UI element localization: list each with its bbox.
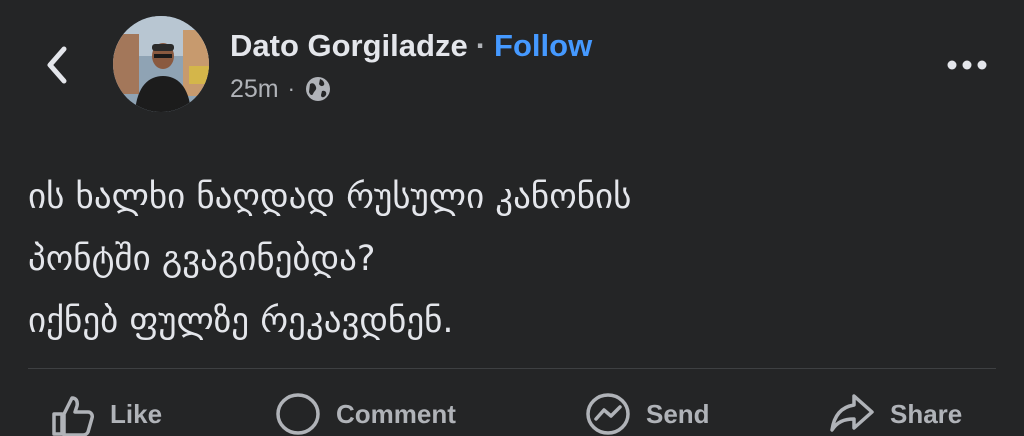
share-button[interactable]: Share (828, 392, 962, 436)
comment-button[interactable]: Comment (274, 392, 456, 436)
post-text-line: იქნებ ფულზე რეკავდნენ. (28, 301, 454, 341)
comment-label: Comment (336, 398, 456, 429)
like-label: Like (110, 398, 163, 429)
separator-dot: · (475, 28, 487, 63)
chevron-left-icon (47, 46, 67, 84)
avatar[interactable] (113, 16, 209, 112)
like-button[interactable]: Like (50, 392, 162, 436)
post-text: ის ხალხი ნაღდად რუსული კანონის პონტში გვ… (28, 166, 988, 352)
send-button[interactable]: Send (584, 392, 710, 436)
comment-icon (276, 393, 320, 435)
share-icon (830, 394, 874, 432)
back-button[interactable] (40, 40, 74, 90)
send-label: Send (646, 398, 710, 429)
post-text-line: პონტში გვაგინებდა? (28, 239, 376, 279)
thumbs-up-icon (52, 396, 94, 436)
follow-button[interactable]: Follow (494, 28, 592, 64)
globe-icon (305, 77, 330, 101)
meta-separator: · (287, 76, 295, 101)
action-bar: Like Comment Send Share (0, 392, 1024, 436)
author-name[interactable]: Dato Gorgiladze (230, 28, 468, 64)
messenger-icon (586, 393, 630, 435)
profile-photo (113, 16, 209, 112)
post-meta: 25m · (230, 72, 332, 106)
author-line: Dato Gorgiladze · Follow (230, 26, 592, 66)
divider (28, 368, 996, 369)
share-label: Share (890, 398, 963, 429)
more-options-button[interactable] (944, 50, 990, 80)
timestamp[interactable]: 25m (230, 75, 279, 104)
post-text-line: ის ხალხი ნაღდად რუსული კანონის (28, 177, 632, 217)
more-horizontal-icon (947, 60, 987, 70)
